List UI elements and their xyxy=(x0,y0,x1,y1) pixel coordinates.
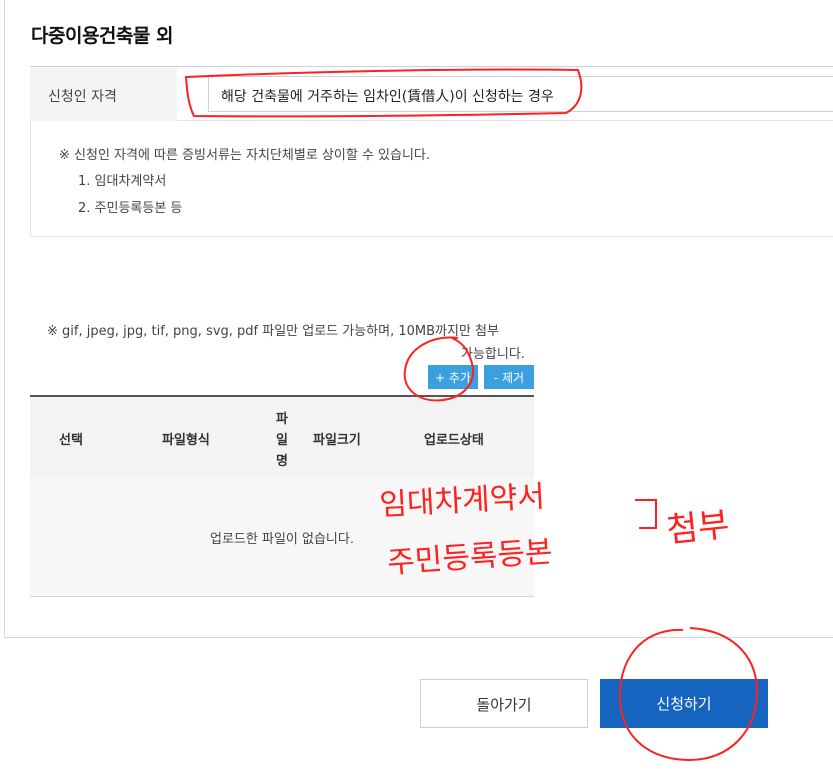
column-file-name-3: 명 xyxy=(276,454,288,469)
column-file-type: 파일형식 xyxy=(162,433,210,448)
notice-intro: ※ 신청인 자격에 따른 증빙서류는 자치단체별로 상이할 수 있습니다. xyxy=(59,148,431,163)
add-file-button[interactable]: + 추가 xyxy=(428,365,478,389)
apply-button[interactable]: 신청하기 xyxy=(600,679,768,728)
notice-item: 2. 주민등록등본 등 xyxy=(78,201,183,216)
remove-file-button[interactable]: - 제거 xyxy=(484,365,534,389)
file-table-header: 선택 파일형식 파 일 명 파일크기 업로드상태 xyxy=(30,395,534,477)
back-button[interactable]: 돌아가기 xyxy=(420,679,588,728)
applicant-qualification-select[interactable]: 해당 건축물에 거주하는 임차인(賃借人)이 신청하는 경우 xyxy=(208,76,833,112)
column-file-name-1: 파 xyxy=(276,412,288,427)
column-select: 선택 xyxy=(59,433,83,448)
applicant-qualification-row: 신청인 자격 해당 건축물에 거주하는 임차인(賃借人)이 신청하는 경우 xyxy=(30,66,833,121)
document-notice: ※ 신청인 자격에 따른 증빙서류는 자치단체별로 상이할 수 있습니다. 1.… xyxy=(30,121,833,237)
column-file-size: 파일크기 xyxy=(313,433,361,448)
section-title: 다중이용건축물 외 xyxy=(31,25,173,47)
upload-note: ※ gif, jpeg, jpg, tif, png, svg, pdf 파일만… xyxy=(47,324,499,339)
applicant-qualification-label: 신청인 자격 xyxy=(30,67,177,121)
upload-note-continued: 가능합니다. xyxy=(461,347,525,362)
notice-item: 1. 임대차계약서 xyxy=(78,174,167,189)
column-file-name-2: 일 xyxy=(276,433,288,448)
empty-message: 업로드한 파일이 없습니다. xyxy=(210,532,354,547)
column-upload-status: 업로드상태 xyxy=(424,433,484,448)
file-table-body: 업로드한 파일이 없습니다. xyxy=(30,477,534,597)
